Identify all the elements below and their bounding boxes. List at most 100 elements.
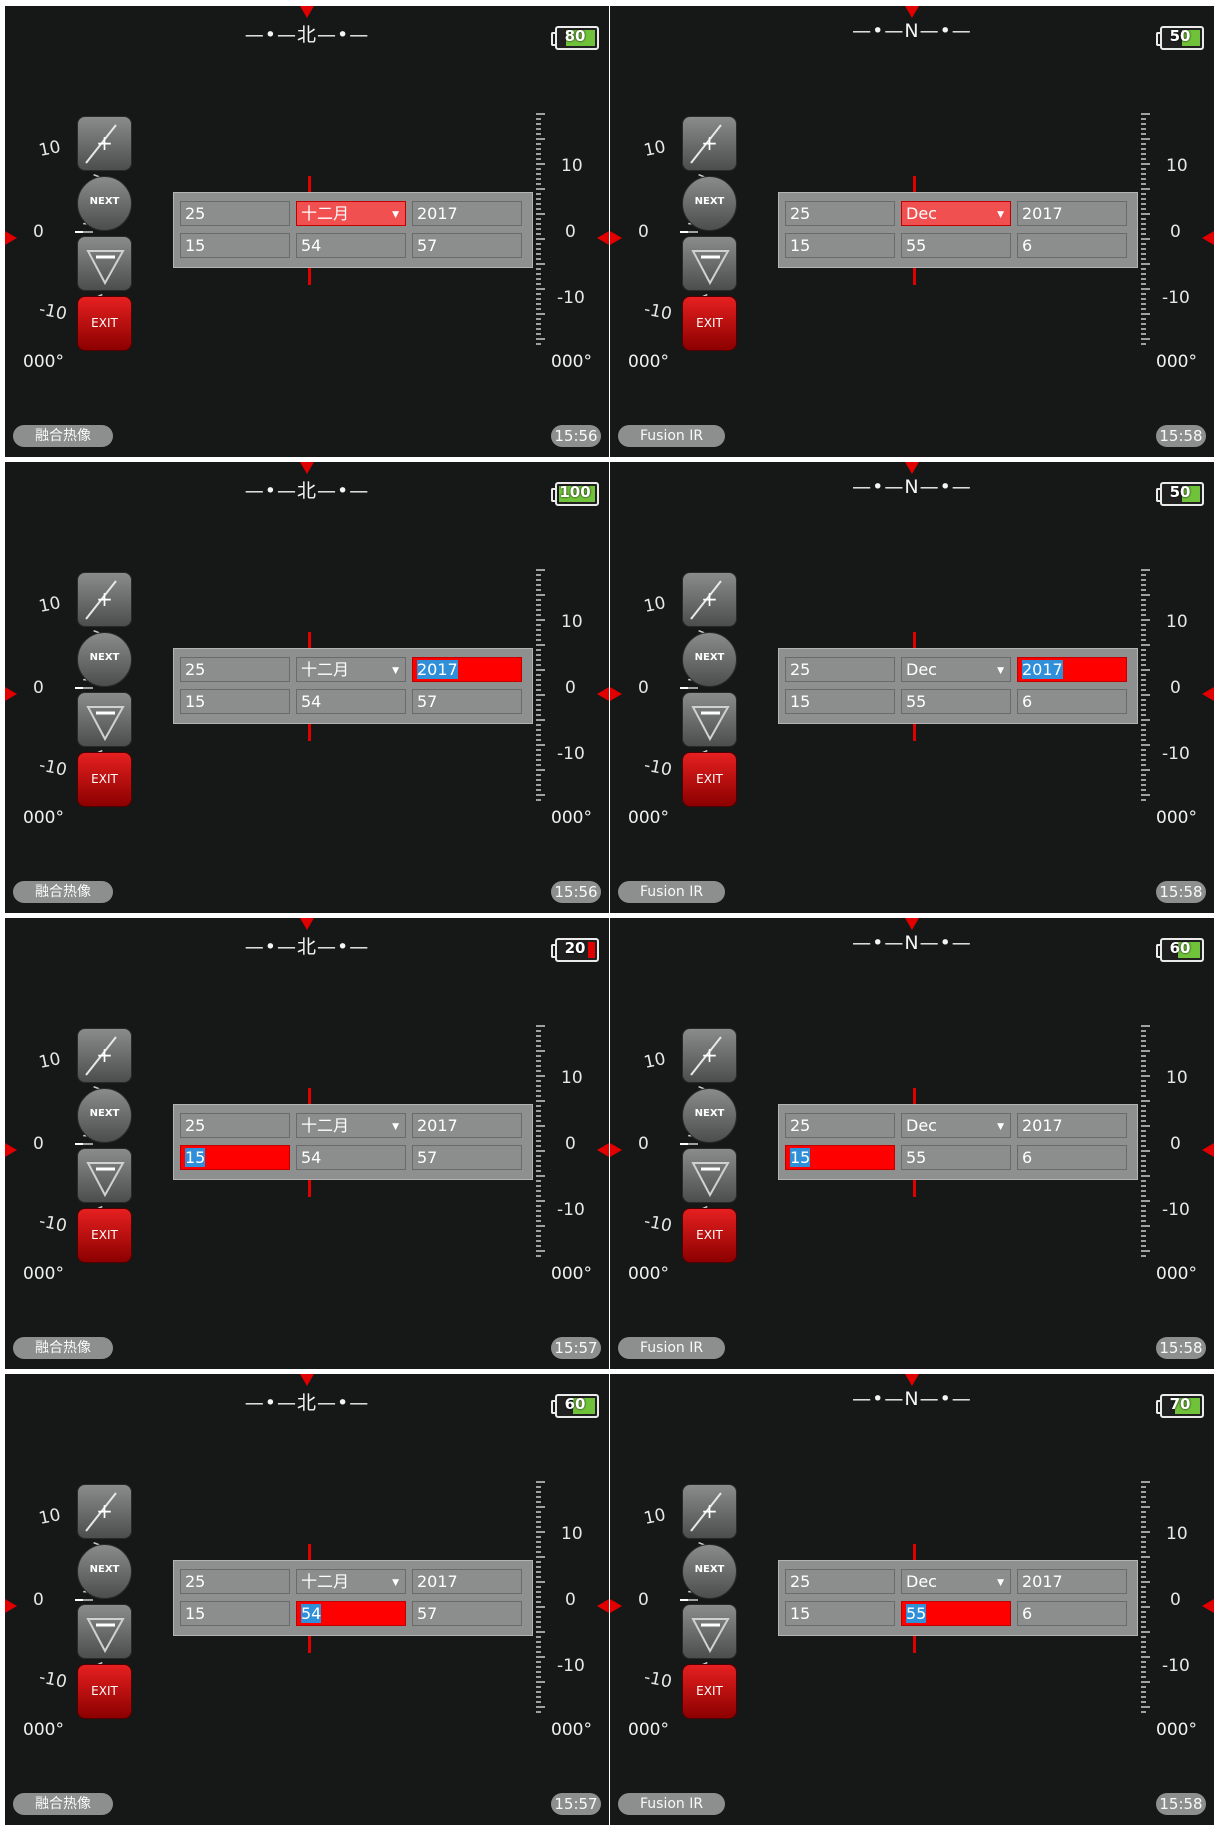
day-field[interactable]: 25 xyxy=(180,1113,290,1138)
mode-button[interactable]: Fusion IR xyxy=(618,425,726,447)
plus-button[interactable]: + xyxy=(77,1028,132,1083)
second-field[interactable]: 57 xyxy=(412,233,522,258)
minute-field[interactable]: 55 xyxy=(901,1601,1011,1626)
month-dropdown[interactable]: 十二月 ▼ xyxy=(296,657,406,682)
mode-button[interactable]: 融合热像 xyxy=(13,1337,113,1359)
mode-button[interactable]: 融合热像 xyxy=(13,1793,113,1815)
second-field[interactable]: 57 xyxy=(412,1601,522,1626)
minute-field[interactable]: 54 xyxy=(296,689,406,714)
plus-button[interactable]: + xyxy=(77,572,132,627)
year-field[interactable]: 2017 xyxy=(412,201,522,226)
minus-button[interactable] xyxy=(77,236,132,291)
day-field[interactable]: 25 xyxy=(785,1569,895,1594)
year-field[interactable]: 2017 xyxy=(412,1113,522,1138)
minus-button[interactable] xyxy=(682,236,737,291)
plus-button[interactable]: + xyxy=(682,1484,737,1539)
minute-field[interactable]: 55 xyxy=(901,689,1011,714)
next-button[interactable]: NEXT xyxy=(682,1088,737,1143)
month-dropdown[interactable]: Dec ▼ xyxy=(901,201,1011,226)
next-button[interactable]: NEXT xyxy=(77,1088,132,1143)
exit-button[interactable]: EXIT xyxy=(77,296,132,351)
mode-button[interactable]: 融合热像 xyxy=(13,425,113,447)
exit-button[interactable]: EXIT xyxy=(77,1208,132,1263)
mode-button[interactable]: Fusion IR xyxy=(618,1337,726,1359)
day-field[interactable]: 25 xyxy=(180,1569,290,1594)
plus-button[interactable]: + xyxy=(77,116,132,171)
day-field[interactable]: 25 xyxy=(785,657,895,682)
month-dropdown[interactable]: Dec ▼ xyxy=(901,657,1011,682)
right-heading-readout: 000° xyxy=(551,808,592,828)
exit-button[interactable]: EXIT xyxy=(682,1664,737,1719)
hour-field[interactable]: 15 xyxy=(180,233,290,258)
second-field[interactable]: 6 xyxy=(1017,1145,1127,1170)
exit-button[interactable]: EXIT xyxy=(682,296,737,351)
year-field[interactable]: 2017 xyxy=(1017,657,1127,682)
right-heading-readout: 000° xyxy=(1156,1264,1197,1284)
minute-field[interactable]: 55 xyxy=(901,1145,1011,1170)
month-dropdown[interactable]: Dec ▼ xyxy=(901,1569,1011,1594)
hour-field[interactable]: 15 xyxy=(180,689,290,714)
minus-button[interactable] xyxy=(77,1148,132,1203)
day-field[interactable]: 25 xyxy=(180,201,290,226)
hour-field[interactable]: 15 xyxy=(180,1601,290,1626)
hour-field[interactable]: 15 xyxy=(180,1145,290,1170)
year-field[interactable]: 2017 xyxy=(1017,1113,1127,1138)
plus-icon: + xyxy=(96,1043,113,1067)
hour-field[interactable]: 15 xyxy=(785,233,895,258)
minus-icon xyxy=(691,1162,730,1198)
year-field[interactable]: 2017 xyxy=(1017,201,1127,226)
second-field[interactable]: 6 xyxy=(1017,1601,1127,1626)
minute-field[interactable]: 54 xyxy=(296,233,406,258)
minus-button[interactable] xyxy=(77,1604,132,1659)
day-value: 25 xyxy=(790,660,811,679)
second-field[interactable]: 6 xyxy=(1017,233,1127,258)
mode-button[interactable]: Fusion IR xyxy=(618,1793,726,1815)
battery-level: 50 xyxy=(1169,27,1191,45)
month-dropdown[interactable]: Dec ▼ xyxy=(901,1113,1011,1138)
plus-button[interactable]: + xyxy=(682,1028,737,1083)
minute-field[interactable]: 54 xyxy=(296,1601,406,1626)
year-field[interactable]: 2017 xyxy=(412,1569,522,1594)
year-value: 2017 xyxy=(1022,1572,1063,1591)
next-button[interactable]: NEXT xyxy=(682,1544,737,1599)
hour-field[interactable]: 15 xyxy=(785,1145,895,1170)
next-button[interactable]: NEXT xyxy=(77,632,132,687)
second-field[interactable]: 57 xyxy=(412,1145,522,1170)
minute-field[interactable]: 54 xyxy=(296,1145,406,1170)
minus-button[interactable] xyxy=(682,1148,737,1203)
plus-button[interactable]: + xyxy=(682,572,737,627)
right-level-marker-icon xyxy=(597,1599,609,1613)
next-button[interactable]: NEXT xyxy=(77,176,132,231)
mode-button[interactable]: 融合热像 xyxy=(13,881,113,903)
minus-button[interactable] xyxy=(682,1604,737,1659)
year-field[interactable]: 2017 xyxy=(1017,1569,1127,1594)
exit-button[interactable]: EXIT xyxy=(682,752,737,807)
month-dropdown[interactable]: 十二月 ▼ xyxy=(296,201,406,226)
next-button[interactable]: NEXT xyxy=(682,176,737,231)
exit-button[interactable]: EXIT xyxy=(77,752,132,807)
left-level-marker-icon xyxy=(5,1599,17,1613)
hour-field[interactable]: 15 xyxy=(785,1601,895,1626)
plus-button[interactable]: + xyxy=(682,116,737,171)
day-field[interactable]: 25 xyxy=(180,657,290,682)
day-field[interactable]: 25 xyxy=(785,201,895,226)
minute-field[interactable]: 55 xyxy=(901,233,1011,258)
year-field[interactable]: 2017 xyxy=(412,657,522,682)
exit-button[interactable]: EXIT xyxy=(77,1664,132,1719)
next-button[interactable]: NEXT xyxy=(77,1544,132,1599)
minus-button[interactable] xyxy=(77,692,132,747)
mode-button[interactable]: Fusion IR xyxy=(618,881,726,903)
second-field[interactable]: 57 xyxy=(412,689,522,714)
month-dropdown[interactable]: 十二月 ▼ xyxy=(296,1113,406,1138)
hour-field[interactable]: 15 xyxy=(785,689,895,714)
day-field[interactable]: 25 xyxy=(785,1113,895,1138)
exit-button[interactable]: EXIT xyxy=(682,1208,737,1263)
next-button[interactable]: NEXT xyxy=(682,632,737,687)
second-field[interactable]: 6 xyxy=(1017,689,1127,714)
plus-icon: + xyxy=(96,587,113,611)
left-scale-zero: 0 xyxy=(33,222,44,242)
minus-button[interactable] xyxy=(682,692,737,747)
right-scale-zero: 0 xyxy=(1170,1590,1181,1610)
month-dropdown[interactable]: 十二月 ▼ xyxy=(296,1569,406,1594)
plus-button[interactable]: + xyxy=(77,1484,132,1539)
